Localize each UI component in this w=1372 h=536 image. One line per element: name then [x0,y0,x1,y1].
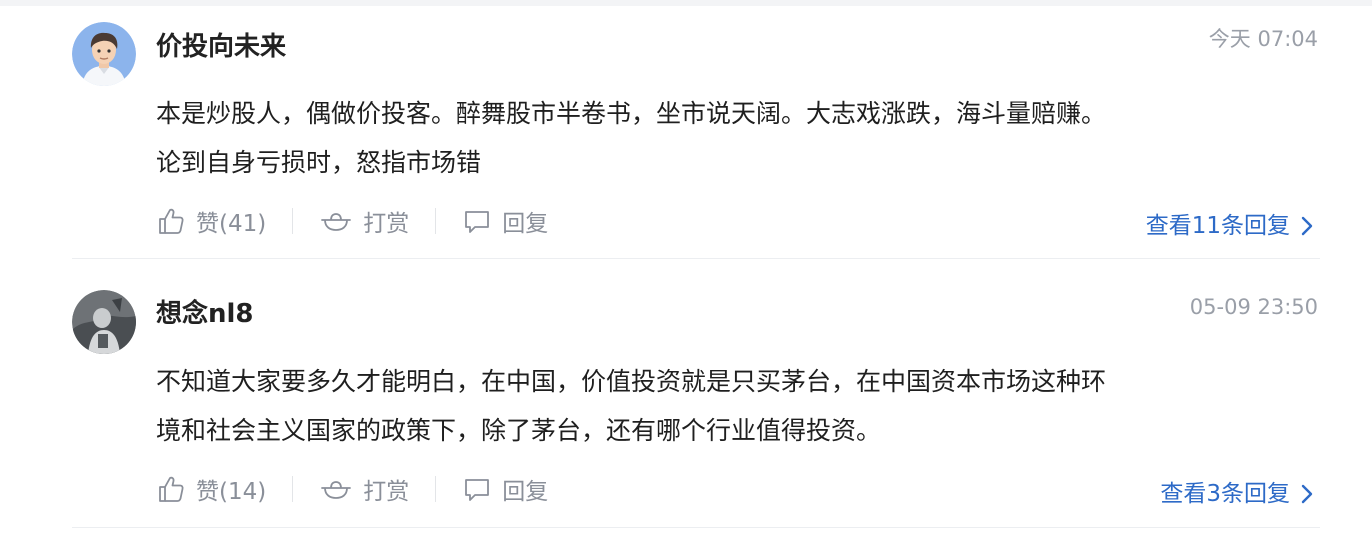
thumbs-up-icon [159,208,184,234]
comment-actions: 赞(41) 打赏 回复 [156,204,548,238]
tip-bowl-icon [321,481,352,499]
comment-text-line: 不知道大家要多久才能明白，在中国，价值投资就是只买茅台，在中国资本市场这种环 [156,367,1107,396]
tip-bowl-icon [321,213,352,231]
view-replies-label: 查看11条回复 [1145,213,1290,239]
comment-item: 想念nl8 05-09 23:50 不知道大家要多久才能明白，在中国，价值投资就… [0,262,1372,536]
comment-separator [72,527,1320,528]
action-divider [292,208,294,234]
action-divider [435,476,437,502]
comment-separator [72,258,1320,259]
username[interactable]: 价投向未来 [156,31,286,63]
comment-text-line: 论到自身亏损时，怒指市场错 [156,148,482,177]
comment-text: 本是炒股人，偶做价投客。醉舞股市半卷书，坐市说天阔。大志戏涨跌，海斗量赔赚。 论… [156,89,1306,187]
reply-button[interactable]: 回复 [462,472,548,506]
view-replies-label: 查看3条回复 [1160,481,1290,507]
view-replies-link[interactable]: 查看3条回复 [1160,478,1314,510]
cartoon-avatar-icon [72,22,136,86]
photo-avatar-icon [72,290,136,354]
tip-label: 打赏 [363,211,410,237]
action-divider [292,476,294,502]
avatar[interactable] [72,290,136,354]
like-count: 赞(14) [196,479,267,505]
comment-actions: 赞(14) 打赏 回复 [156,472,548,506]
username[interactable]: 想念nl8 [156,298,254,330]
comment-text: 不知道大家要多久才能明白，在中国，价值投资就是只买茅台，在中国资本市场这种环 境… [156,357,1306,455]
tip-button[interactable]: 打赏 [319,204,409,238]
comment-item: 价投向未来 今天 07:04 本是炒股人，偶做价投客。醉舞股市半卷书，坐市说天阔… [0,0,1372,260]
comment-time: 05-09 23:50 [1189,295,1318,319]
like-button[interactable]: 赞(41) [156,204,266,238]
tip-label: 打赏 [363,479,410,505]
reply-label: 回复 [502,211,549,237]
speech-bubble-icon [465,211,490,233]
comment-text-line: 本是炒股人，偶做价投客。醉舞股市半卷书，坐市说天阔。大志戏涨跌，海斗量赔赚。 [156,99,1107,128]
comment-time: 今天 07:04 [1208,27,1318,51]
action-divider [435,208,437,234]
tip-button[interactable]: 打赏 [319,472,409,506]
thumbs-up-icon [159,476,184,502]
chevron-right-icon [1301,216,1313,236]
avatar[interactable] [72,22,136,86]
view-replies-link[interactable]: 查看11条回复 [1146,210,1314,242]
speech-bubble-icon [465,479,490,501]
reply-button[interactable]: 回复 [462,204,548,238]
comment-list: 价投向未来 今天 07:04 本是炒股人，偶做价投客。醉舞股市半卷书，坐市说天阔… [0,0,1372,536]
like-count: 赞(41) [196,211,267,237]
comment-text-line: 境和社会主义国家的政策下，除了茅台，还有哪个行业值得投资。 [156,416,882,445]
reply-label: 回复 [502,479,549,505]
chevron-right-icon [1301,484,1313,504]
like-button[interactable]: 赞(14) [156,472,266,506]
